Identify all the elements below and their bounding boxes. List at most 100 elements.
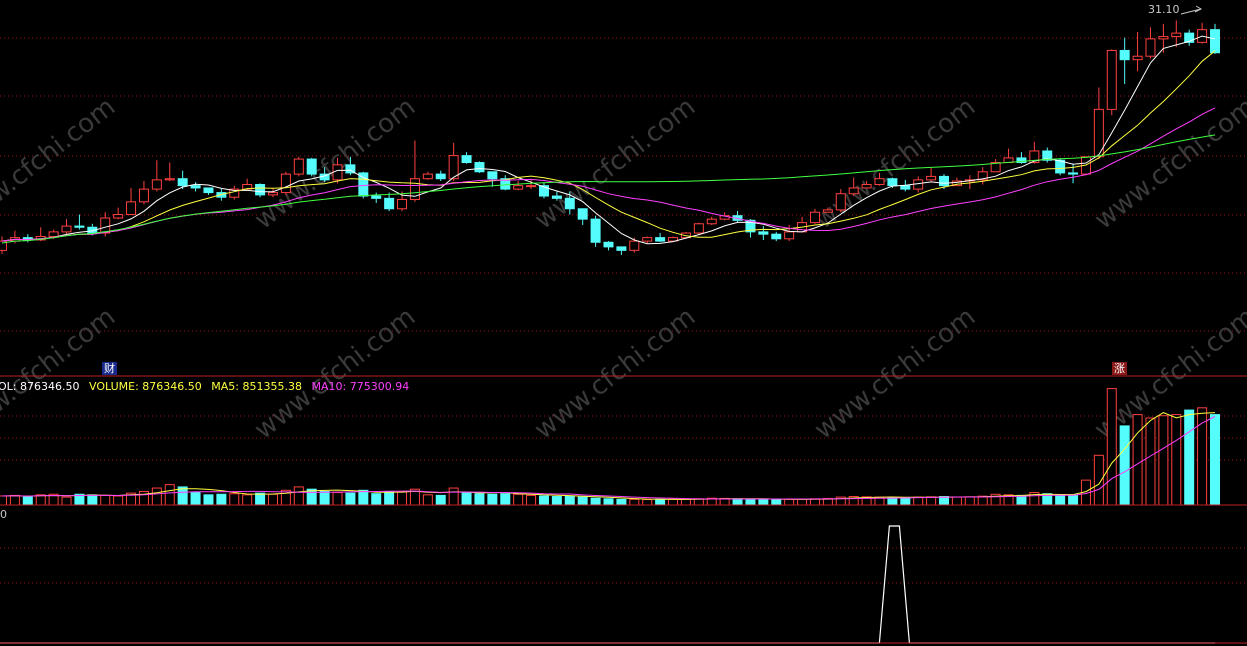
watermark-text: www.cfchi.com [1089, 92, 1247, 236]
volume-bar [964, 496, 975, 506]
volume-ma5-line [1, 412, 1216, 500]
candle [422, 171, 433, 180]
candle-body [138, 188, 149, 203]
candle-body [861, 183, 872, 189]
candle-body [1158, 36, 1169, 40]
candle [1119, 37, 1130, 84]
high-price-label: 31.10 [1148, 3, 1180, 16]
volume-bar [1210, 414, 1220, 506]
candle [1197, 22, 1208, 44]
watermark-text: www.cfchi.com [249, 302, 421, 446]
volume-bar [926, 496, 937, 506]
candle-body [784, 231, 795, 240]
volume-bar [977, 495, 988, 506]
candle-body [487, 171, 498, 180]
volume-bar [603, 498, 614, 506]
candle-body [358, 172, 369, 197]
candle-body [874, 178, 885, 185]
volume-bar [1158, 415, 1169, 506]
volume-bar [293, 486, 304, 506]
watermark-text: www.cfchi.com [0, 92, 121, 236]
candle-body [74, 225, 85, 228]
volume-bar [629, 498, 640, 506]
candle [255, 183, 266, 198]
indicator-signal-line [0, 525, 1215, 644]
volume-bar [448, 487, 459, 506]
indicator-line [0, 525, 1215, 644]
volume-bar [345, 492, 356, 506]
volume-bar [422, 494, 433, 506]
event-marker-rise[interactable]: 涨 [1112, 362, 1127, 375]
candle-body [590, 218, 601, 243]
candle [590, 215, 601, 247]
volume-bar [887, 497, 898, 506]
candle [61, 219, 72, 235]
candle [500, 175, 511, 191]
candle-body [526, 185, 537, 188]
candle-body [435, 173, 446, 180]
candle [603, 241, 614, 251]
candle [1171, 20, 1182, 47]
volume-bar [1119, 425, 1130, 506]
stock-chart[interactable]: www.cfchi.com www.cfchi.com www.cfchi.com w… [0, 0, 1247, 646]
volume-bar [771, 499, 782, 506]
volume-bar [9, 494, 20, 506]
volume-bar [255, 492, 266, 506]
candle-body [616, 246, 627, 251]
candle-body [151, 179, 162, 190]
volume-bar [22, 496, 33, 506]
ma5-line [1, 35, 1216, 245]
volume-bar [564, 495, 575, 506]
candle-body [190, 185, 201, 189]
volume-bar [332, 492, 343, 506]
volume-bar [642, 499, 653, 506]
candle [706, 216, 717, 225]
candle-body [551, 195, 562, 199]
volume-bar [616, 498, 627, 506]
candle-body [113, 214, 124, 219]
candle [616, 246, 627, 255]
candle [190, 182, 201, 192]
volume-bar [358, 489, 369, 506]
volume-bar [0, 495, 7, 506]
volume-legend: OL: 876346.50 VOLUME: 876346.50 MA5: 851… [0, 380, 409, 393]
candle-body [164, 178, 175, 181]
volume-bar [474, 493, 485, 506]
volume-bar [1184, 409, 1195, 506]
candle-body [603, 241, 614, 248]
candlestick-series [0, 20, 1220, 255]
candle-body [835, 193, 846, 211]
candle-body [848, 187, 859, 195]
volume-bar [384, 490, 395, 506]
candle [1184, 29, 1195, 46]
volume-bar [164, 484, 175, 506]
candle-body [203, 187, 214, 194]
volume-bar [1106, 388, 1117, 506]
candle-body [655, 237, 666, 242]
volume-bar [551, 496, 562, 506]
candle-body [822, 209, 833, 213]
watermark-text: www.cfchi.com [809, 302, 981, 446]
candle [371, 192, 382, 203]
candle [926, 167, 937, 182]
candle-body [48, 231, 59, 237]
candle-body [126, 201, 137, 216]
volume-ma-lines [1, 412, 1216, 500]
candle [74, 214, 85, 230]
candle-body [577, 208, 588, 220]
candle [538, 182, 549, 199]
candle [280, 171, 291, 195]
volume-bar [242, 494, 253, 506]
volume-bar [61, 496, 72, 506]
candle [990, 159, 1001, 173]
event-marker-finance[interactable]: 财 [102, 362, 117, 375]
volume-bar [500, 493, 511, 506]
volume-bar [1132, 414, 1143, 506]
volume-bar [758, 498, 769, 506]
volume-bar [203, 494, 214, 506]
candle [1003, 148, 1014, 164]
volume-bar [1068, 494, 1079, 506]
candle [293, 156, 304, 177]
candle [487, 171, 498, 187]
moving-average-lines [1, 35, 1216, 245]
